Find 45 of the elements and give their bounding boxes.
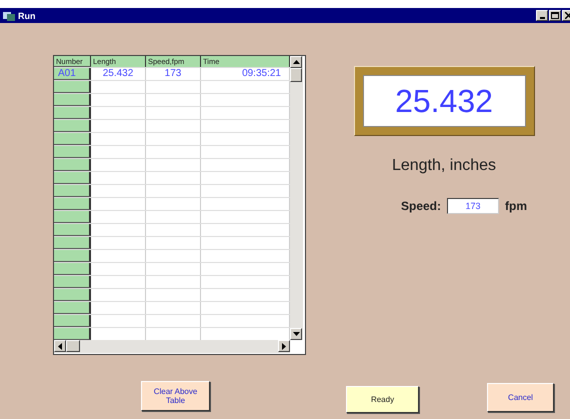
ready-button[interactable]: Ready — [346, 386, 419, 413]
maximize-icon — [551, 12, 559, 19]
row-header[interactable] — [54, 263, 91, 275]
row-header[interactable] — [54, 120, 91, 132]
row-header[interactable] — [54, 328, 91, 340]
app-icon — [3, 10, 15, 20]
row-header[interactable] — [54, 133, 91, 145]
clear-button[interactable]: Clear Above Table — [141, 381, 210, 411]
horizontal-scrollbar[interactable] — [54, 340, 290, 353]
minimize-button[interactable] — [536, 10, 548, 21]
scroll-thumb[interactable] — [66, 340, 80, 352]
row-header[interactable] — [54, 211, 91, 223]
row-header[interactable] — [54, 185, 91, 197]
row-header[interactable] — [54, 107, 91, 119]
row-header[interactable] — [54, 250, 91, 262]
speed-unit: fpm — [505, 199, 527, 213]
cancel-button[interactable]: Cancel — [487, 383, 554, 412]
up-arrow-icon — [292, 60, 300, 64]
scroll-thumb[interactable] — [290, 68, 302, 82]
table-cell: 173 — [146, 68, 201, 80]
row-header[interactable] — [54, 172, 91, 184]
table-cell: 25.432 — [91, 68, 146, 80]
row-header[interactable] — [54, 302, 91, 314]
speed-label: Speed: — [400, 199, 441, 213]
row-header[interactable] — [54, 289, 91, 301]
length-caption: Length, inches — [392, 157, 496, 175]
down-arrow-icon — [292, 332, 300, 336]
window-title: Run — [18, 10, 36, 20]
row-header[interactable] — [54, 276, 91, 288]
speed-field[interactable]: 173 — [447, 198, 499, 214]
maximize-button[interactable] — [549, 10, 561, 21]
row-header[interactable] — [54, 315, 91, 327]
row-header[interactable] — [54, 146, 91, 158]
close-icon — [564, 12, 570, 19]
row-header[interactable] — [54, 224, 91, 236]
row-header[interactable] — [54, 198, 91, 210]
row-header[interactable] — [54, 94, 91, 106]
length-value: 25.432 — [362, 75, 526, 127]
vertical-scrollbar[interactable] — [290, 56, 303, 340]
table-cell: A01 — [54, 68, 91, 80]
row-header[interactable] — [54, 237, 91, 249]
row-header[interactable] — [54, 159, 91, 171]
left-arrow-icon — [58, 342, 62, 350]
right-arrow-icon — [282, 342, 286, 350]
row-header[interactable] — [54, 81, 91, 93]
